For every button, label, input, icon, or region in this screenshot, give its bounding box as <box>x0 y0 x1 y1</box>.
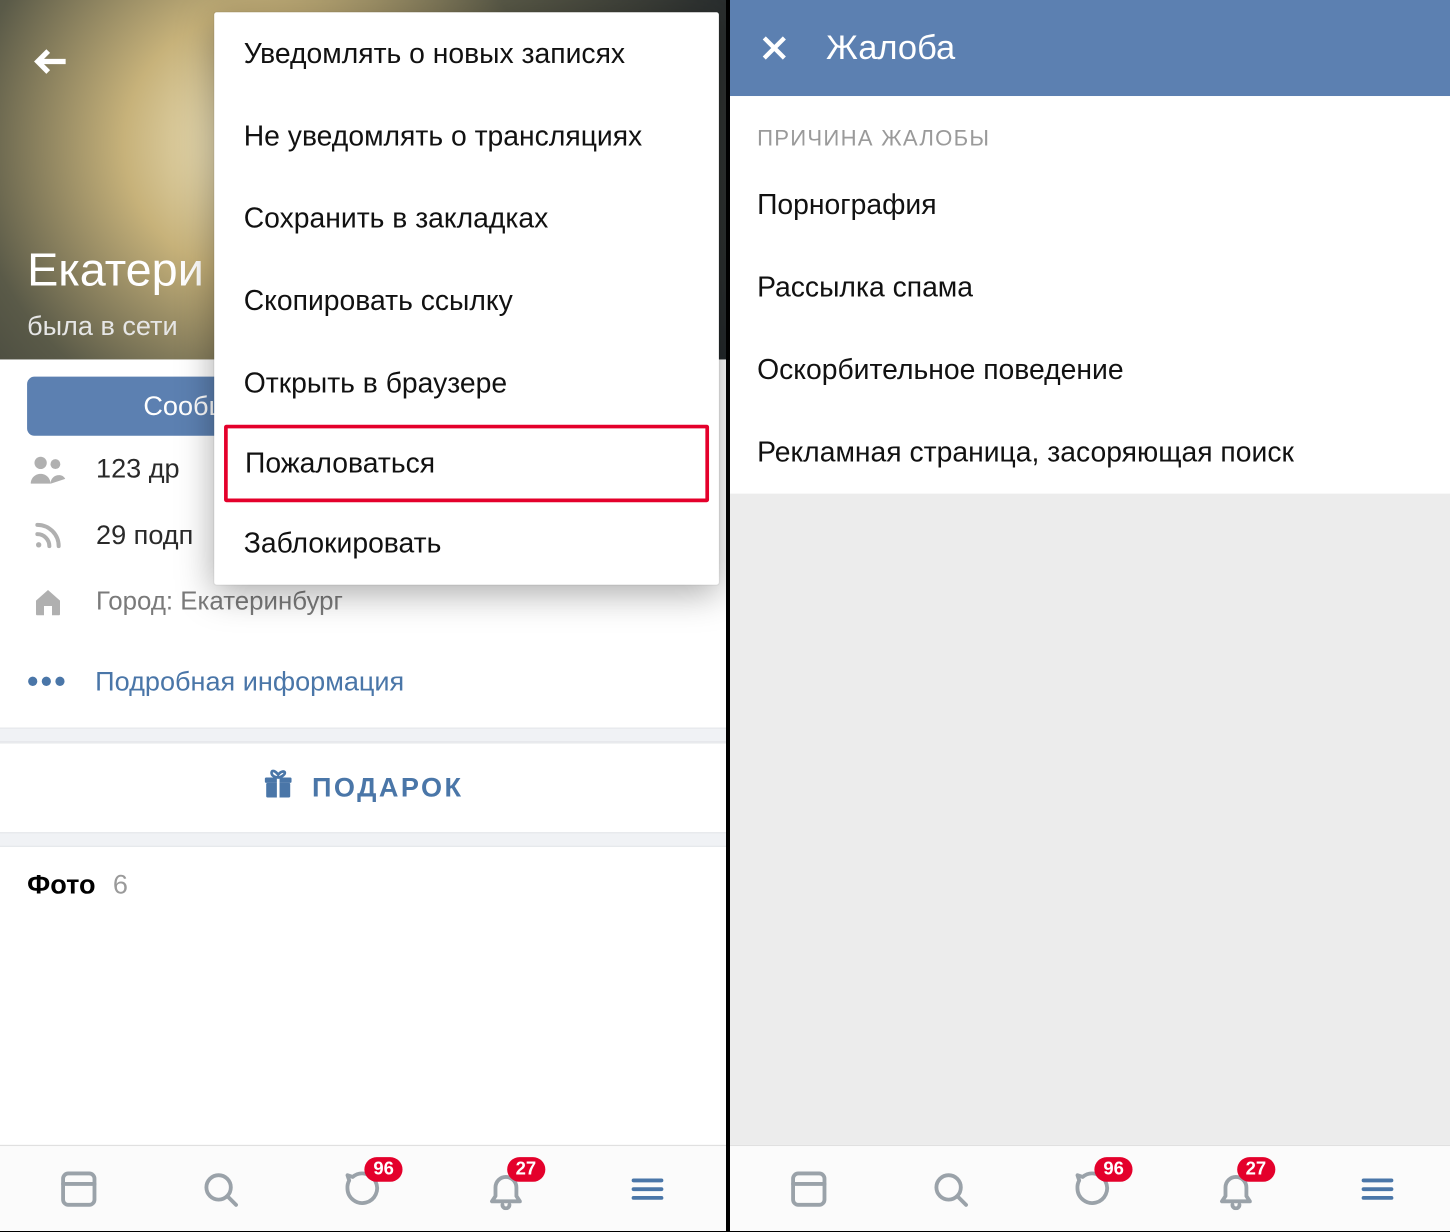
nav-menu[interactable] <box>613 1154 682 1223</box>
menu-icon <box>627 1168 669 1210</box>
ellipsis-icon: ••• <box>27 662 68 700</box>
bottom-nav: 96 27 <box>0 1145 726 1231</box>
section-separator <box>0 728 726 743</box>
city-text: Город: Екатеринбург <box>96 587 343 617</box>
feed-icon <box>58 1168 100 1210</box>
appbar-title: Жалоба <box>826 28 955 67</box>
photos-row[interactable]: Фото 6 <box>0 847 726 923</box>
photos-count: 6 <box>113 869 128 900</box>
menu-item-2[interactable]: Сохранить в закладках <box>214 177 719 259</box>
nav-search[interactable] <box>916 1154 985 1223</box>
details-text: Подробная информация <box>95 665 404 697</box>
photos-label: Фото <box>27 869 95 900</box>
close-button[interactable] <box>752 26 796 70</box>
friends-icon <box>27 454 69 484</box>
close-icon <box>757 31 791 65</box>
overflow-menu: Уведомлять о новых записяхНе уведомлять … <box>214 12 719 584</box>
search-icon <box>930 1168 972 1210</box>
reason-item-1[interactable]: Рассылка спама <box>730 246 1450 328</box>
reason-item-2[interactable]: Оскорбительное поведение <box>730 329 1450 411</box>
menu-icon <box>1357 1168 1399 1210</box>
reason-item-0[interactable]: Порнография <box>730 164 1450 246</box>
section-separator-2 <box>0 832 726 847</box>
search-icon <box>200 1168 242 1210</box>
menu-item-5[interactable]: Пожаловаться <box>224 425 709 503</box>
messages-badge: 96 <box>365 1157 403 1182</box>
profile-name: Екатери <box>27 245 204 298</box>
rss-icon <box>27 519 69 551</box>
empty-area <box>730 494 1450 1145</box>
nav-notifications[interactable]: 27 <box>1201 1154 1270 1223</box>
reason-section-title: ПРИЧИНА ЖАЛОБЫ <box>730 96 1450 164</box>
friends-text: 123 др <box>96 453 180 485</box>
followers-text: 29 подп <box>96 519 193 551</box>
menu-item-4[interactable]: Открыть в браузере <box>214 342 719 424</box>
nav-menu[interactable] <box>1343 1154 1412 1223</box>
notifications-badge: 27 <box>507 1157 545 1182</box>
nav-notifications[interactable]: 27 <box>471 1154 540 1223</box>
reason-list: ПорнографияРассылка спамаОскорбительное … <box>730 164 1450 494</box>
report-screen: Жалоба ПРИЧИНА ЖАЛОБЫ ПорнографияРассылк… <box>730 0 1450 1231</box>
gift-icon <box>263 768 295 807</box>
home-icon <box>27 586 69 618</box>
nav-messages[interactable]: 96 <box>1059 1154 1128 1223</box>
notifications-badge: 27 <box>1237 1157 1275 1182</box>
gift-button[interactable]: ПОДАРОК <box>0 742 726 832</box>
menu-item-1[interactable]: Не уведомлять о трансляциях <box>214 95 719 177</box>
profile-screen: Екатери была в сети Сообщ 123 др 29 подп… <box>0 0 726 1231</box>
bottom-nav-2: 96 27 <box>730 1145 1450 1231</box>
appbar: Жалоба <box>730 0 1450 96</box>
reason-item-3[interactable]: Рекламная страница, засоряющая поиск <box>730 411 1450 493</box>
feed-icon <box>788 1168 830 1210</box>
messages-badge: 96 <box>1095 1157 1133 1182</box>
nav-search[interactable] <box>186 1154 255 1223</box>
nav-messages[interactable]: 96 <box>329 1154 398 1223</box>
nav-feed[interactable] <box>774 1154 843 1223</box>
details-link[interactable]: ••• Подробная информация <box>0 635 726 727</box>
nav-feed[interactable] <box>44 1154 113 1223</box>
menu-item-6[interactable]: Заблокировать <box>214 502 719 584</box>
menu-item-3[interactable]: Скопировать ссылку <box>214 260 719 342</box>
gift-label: ПОДАРОК <box>312 772 464 804</box>
profile-status: была в сети <box>27 310 178 342</box>
menu-item-0[interactable]: Уведомлять о новых записях <box>214 12 719 94</box>
arrow-left-icon <box>31 41 73 83</box>
back-button[interactable] <box>22 32 81 91</box>
